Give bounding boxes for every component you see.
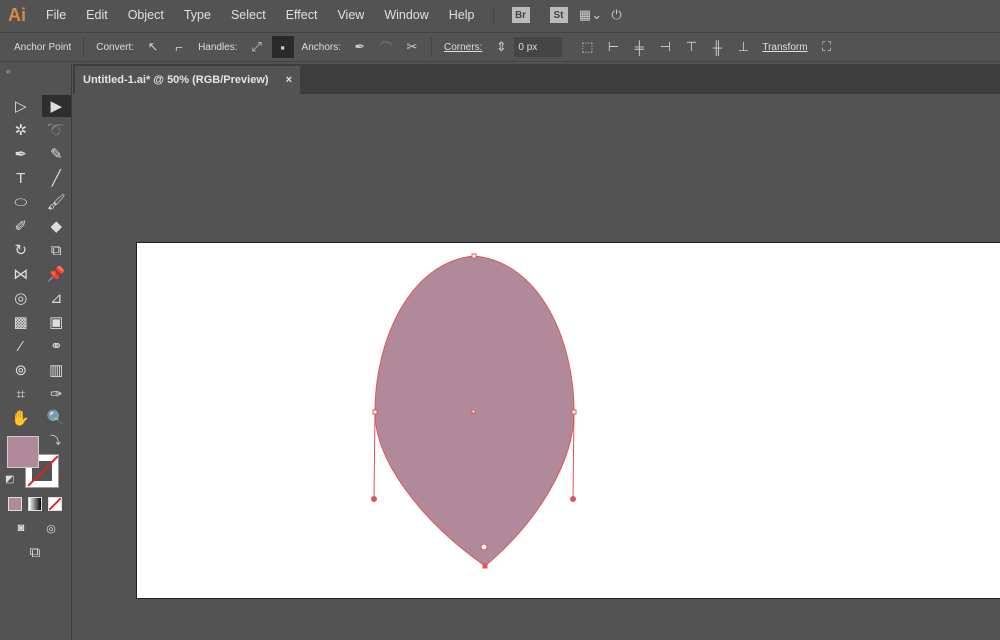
handle-point[interactable] [371,496,377,502]
handle-point[interactable] [570,496,576,502]
anchor-point[interactable] [571,409,577,415]
selected-shape[interactable] [0,0,1000,640]
center-point [471,409,476,414]
anchor-point[interactable] [482,563,488,569]
anchor-point[interactable] [471,253,477,259]
fill-swatch[interactable] [7,436,39,468]
anchor-point[interactable] [372,409,378,415]
corner-widget[interactable] [480,543,488,551]
